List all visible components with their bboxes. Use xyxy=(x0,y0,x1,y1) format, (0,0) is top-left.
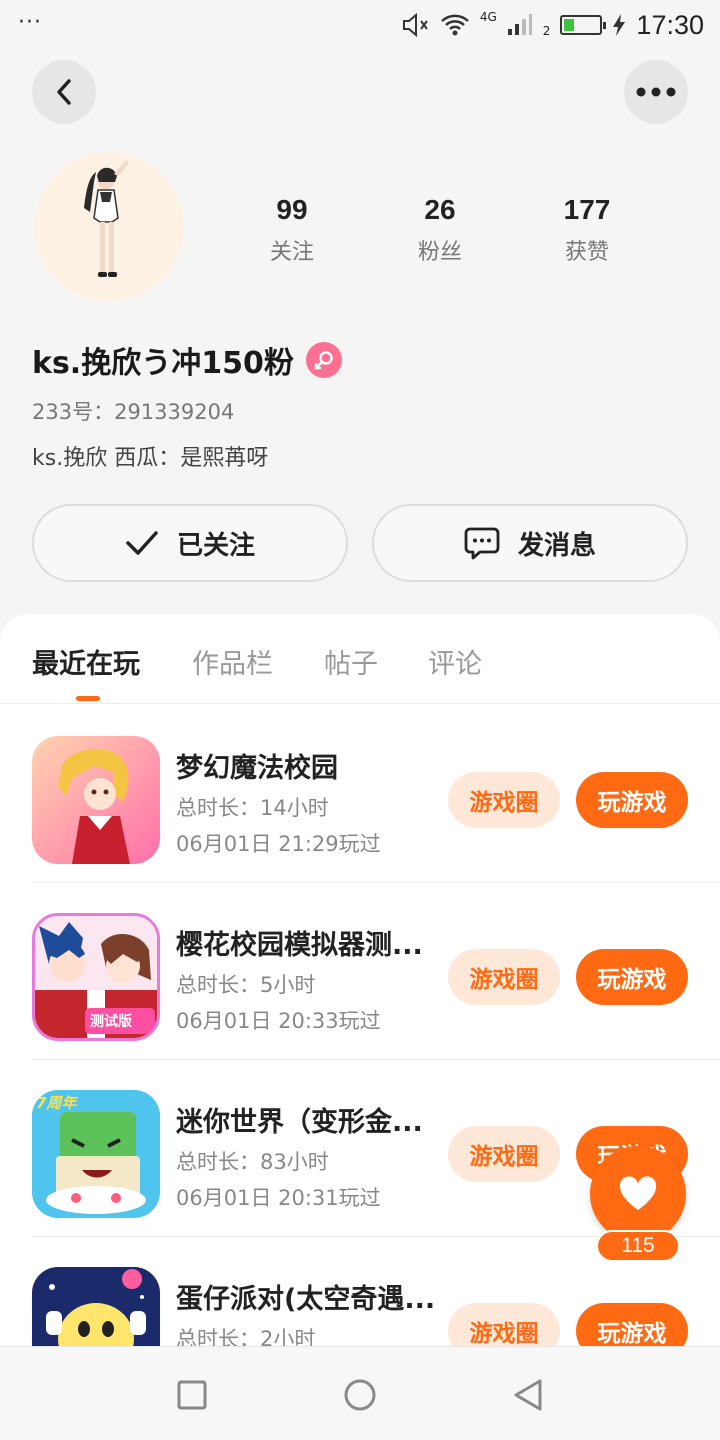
username-row: ks.挽欣う冲150粉 xyxy=(32,338,342,382)
mute-icon xyxy=(402,13,428,37)
avatar[interactable] xyxy=(34,152,184,302)
fans-count: 26 xyxy=(424,194,456,225)
following-label: 关注 xyxy=(269,240,314,265)
play-game-button[interactable]: 玩游戏 xyxy=(576,772,688,828)
square-icon xyxy=(177,1380,207,1410)
status-icons: 4G 2 17:30 xyxy=(402,8,704,42)
game-duration: 总时长：2小时 xyxy=(176,1327,316,1346)
game-circle-button[interactable]: 游戏圈 xyxy=(448,949,560,1005)
game-icon[interactable] xyxy=(32,1267,160,1346)
notification-dots: ··· xyxy=(18,10,42,35)
game-row[interactable]: 梦幻魔法校园 总时长：14小时 06月01日 21:29玩过 游戏圈 玩游戏 xyxy=(0,706,720,883)
system-nav-bar xyxy=(0,1346,720,1440)
game-circle-button[interactable]: 游戏圈 xyxy=(448,1126,560,1182)
stat-fans[interactable]: 26 粉丝 xyxy=(380,194,500,266)
heart-icon xyxy=(619,1176,657,1210)
back-button[interactable] xyxy=(32,60,96,124)
game-row[interactable]: 测试版 樱花校园模拟器测... 总时长：5小时 06月01日 20:33玩过 游… xyxy=(0,883,720,1060)
fans-label: 粉丝 xyxy=(417,240,462,265)
chevron-left-icon xyxy=(57,79,71,105)
game-last-played: 06月01日 21:29玩过 xyxy=(176,832,381,856)
followed-label: 已关注 xyxy=(176,530,255,561)
tab-comments[interactable]: 评论 xyxy=(428,642,482,681)
user-id: 233号：291339204 xyxy=(32,400,235,424)
likes-label: 获赞 xyxy=(564,240,609,265)
tab-posts[interactable]: 帖子 xyxy=(324,642,378,681)
send-message-button[interactable]: 发消息 xyxy=(372,504,688,582)
game-title: 迷你世界（变形金... xyxy=(176,1107,423,1138)
play-game-button[interactable]: 玩游戏 xyxy=(576,1303,688,1346)
followed-button[interactable]: 已关注 xyxy=(32,504,348,582)
triangle-back-icon xyxy=(514,1379,542,1411)
recent-apps-button[interactable] xyxy=(172,1375,212,1415)
chat-bubble-icon xyxy=(464,527,500,560)
stat-likes[interactable]: 177 获赞 xyxy=(527,194,647,266)
game-duration: 总时长：5小时 xyxy=(176,973,316,997)
avatar-figure xyxy=(84,160,129,277)
game-last-played: 06月01日 20:33玩过 xyxy=(176,1009,381,1033)
tab-indicator xyxy=(76,696,100,701)
game-icon[interactable]: 测试版 xyxy=(32,913,160,1041)
checkmark-icon xyxy=(126,531,158,555)
more-dots-icon xyxy=(636,87,676,97)
game-icon[interactable] xyxy=(32,736,160,864)
game-icon[interactable]: 7周年 xyxy=(32,1090,160,1218)
circle-icon xyxy=(344,1379,376,1411)
battery-level xyxy=(564,19,575,31)
username: ks.挽欣う冲150粉 xyxy=(32,346,294,381)
play-game-button[interactable]: 玩游戏 xyxy=(576,949,688,1005)
likes-count: 177 xyxy=(563,194,611,225)
following-count: 99 xyxy=(276,194,308,225)
game-circle-button[interactable]: 游戏圈 xyxy=(448,1303,560,1346)
more-button[interactable] xyxy=(624,60,688,124)
tab-recently-played[interactable]: 最近在玩 xyxy=(32,642,140,681)
signal-icon xyxy=(507,14,532,35)
charging-icon xyxy=(613,14,626,36)
stat-following[interactable]: 99 关注 xyxy=(232,194,352,266)
wifi-icon xyxy=(440,14,469,36)
like-button[interactable] xyxy=(590,1146,686,1242)
test-version-badge: 测试版 xyxy=(90,1014,132,1030)
female-icon xyxy=(305,342,342,378)
anniversary-badge: 7周年 xyxy=(36,1094,77,1112)
game-last-played: 06月01日 20:31玩过 xyxy=(176,1186,381,1210)
sim-slot: 2 xyxy=(542,24,551,38)
game-title: 蛋仔派对(太空奇遇... xyxy=(176,1284,436,1315)
user-bio: ks.挽欣 西瓜：是熙苒呀 xyxy=(32,446,269,471)
tab-bar: 最近在玩 作品栏 帖子 评论 xyxy=(0,614,720,704)
home-button[interactable] xyxy=(340,1375,380,1415)
clock: 17:30 xyxy=(636,9,704,40)
back-nav-button[interactable] xyxy=(508,1375,548,1415)
game-title: 樱花校园模拟器测... xyxy=(176,930,423,961)
status-bar: ··· 4G 2 17:30 xyxy=(0,0,720,50)
tab-works[interactable]: 作品栏 xyxy=(192,642,273,681)
battery-icon xyxy=(560,15,607,35)
game-duration: 总时长：83小时 xyxy=(176,1150,329,1174)
send-message-label: 发消息 xyxy=(517,530,596,561)
game-circle-button[interactable]: 游戏圈 xyxy=(448,772,560,828)
game-title: 梦幻魔法校园 xyxy=(176,753,338,784)
like-count: 115 xyxy=(596,1230,680,1262)
network-type: 4G xyxy=(479,10,497,24)
game-duration: 总时长：14小时 xyxy=(176,796,329,820)
